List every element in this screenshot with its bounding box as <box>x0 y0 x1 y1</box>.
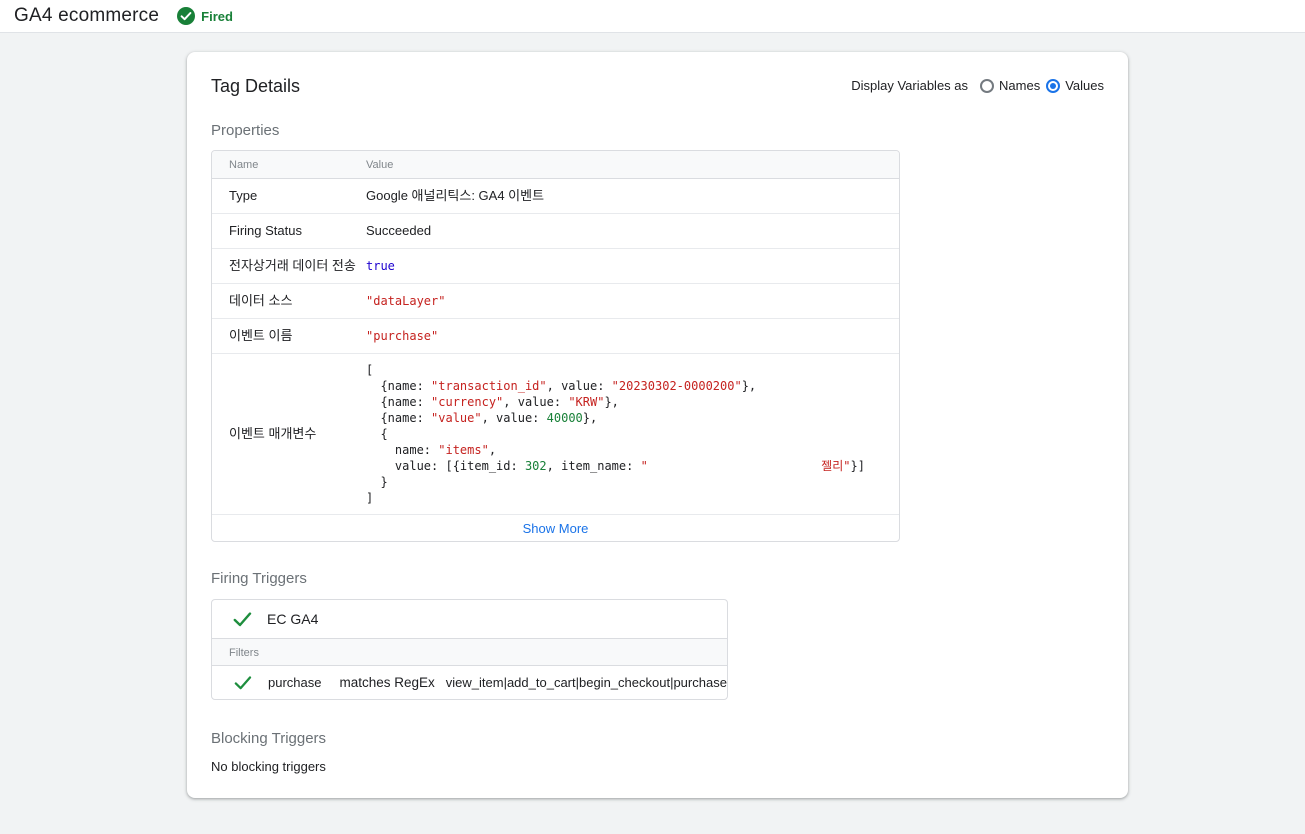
property-name: Type <box>229 188 258 203</box>
property-value: Succeeded <box>366 223 432 238</box>
property-name: 이벤트 이름 <box>229 328 293 343</box>
display-variables-radio-group: Names Values <box>974 78 1104 93</box>
property-value: Google 애널리틱스: GA4 이벤트 <box>366 188 545 203</box>
top-bar: GA4 ecommerce Fired <box>0 0 1305 33</box>
property-name: 전자상거래 데이터 전송 <box>229 258 356 273</box>
radio-option-names[interactable]: Names <box>980 78 1040 93</box>
card-title: Tag Details <box>211 76 301 96</box>
property-value: "dataLayer" <box>366 294 446 308</box>
property-row: Type Google 애널리틱스: GA4 이벤트 <box>212 179 899 214</box>
properties-rows: Type Google 애널리틱스: GA4 이벤트 Firing Status Su… <box>212 179 899 515</box>
firing-trigger-row: EC GA4 <box>212 600 727 638</box>
check-circle-icon <box>177 7 196 25</box>
property-name: Firing Status <box>229 223 302 238</box>
firing-triggers-table: EC GA4 Filters purchase matches RegEx vi… <box>211 599 728 700</box>
fired-status-label: Fired <box>201 8 233 24</box>
property-value: [ {name: "transaction_id", value: "20230… <box>366 363 865 505</box>
property-row: 이벤트 이름 "purchase" <box>212 319 899 354</box>
column-header-value: Value <box>366 158 394 171</box>
radio-option-label: Names <box>999 78 1041 93</box>
show-more-row: Show More <box>212 515 899 541</box>
property-row: 이벤트 매개변수 [ {name: "transaction_id", value… <box>212 354 899 515</box>
property-name: 데이터 소스 <box>229 293 293 308</box>
property-value: "purchase" <box>366 329 439 343</box>
property-row: 데이터 소스 "dataLayer" <box>212 284 899 319</box>
trigger-name: EC GA4 <box>267 611 319 627</box>
column-header-name: Name <box>229 158 259 171</box>
check-icon <box>233 611 252 626</box>
radio-option-values[interactable]: Values <box>1046 78 1104 93</box>
blocking-triggers-section-label: Blocking Triggers <box>211 730 327 747</box>
check-icon <box>234 675 252 689</box>
properties-section-label: Properties <box>211 122 280 139</box>
display-variables-toggle: Display Variables as Names Values <box>851 78 1104 93</box>
filter-value: view_item|add_to_cart|begin_checkout|pur… <box>445 675 727 690</box>
properties-table-header: Name Value <box>212 151 899 179</box>
firing-triggers-section-label: Firing Triggers <box>211 570 307 587</box>
page-title: GA4 ecommerce <box>14 5 160 26</box>
property-row: 전자상거래 데이터 전송 true <box>212 249 899 284</box>
tag-details-card: Tag Details Display Variables as Names Va… <box>187 52 1128 798</box>
display-variables-label: Display Variables as <box>851 78 969 93</box>
property-value: true <box>366 259 395 273</box>
property-name: 이벤트 매개변수 <box>229 426 317 441</box>
filter-variable: purchase <box>268 675 322 690</box>
filter-operator: matches RegEx <box>339 675 435 690</box>
filters-header: Filters <box>212 638 727 666</box>
fired-status-badge: Fired <box>177 7 233 25</box>
radio-selected-icon[interactable] <box>1046 78 1061 93</box>
radio-option-label: Values <box>1065 78 1104 93</box>
properties-table: Name Value Type Google 애널리틱스: GA4 이벤트 Firi… <box>211 150 900 542</box>
property-row: Firing Status Succeeded <box>212 214 899 249</box>
radio-unselected-icon[interactable] <box>980 78 995 93</box>
show-more-link[interactable]: Show More <box>523 521 589 536</box>
card-header: Tag Details Display Variables as Names Va… <box>211 76 1104 98</box>
filter-row: purchase matches RegEx view_item|add_to_… <box>212 666 727 699</box>
no-blocking-triggers-text: No blocking triggers <box>211 759 326 774</box>
